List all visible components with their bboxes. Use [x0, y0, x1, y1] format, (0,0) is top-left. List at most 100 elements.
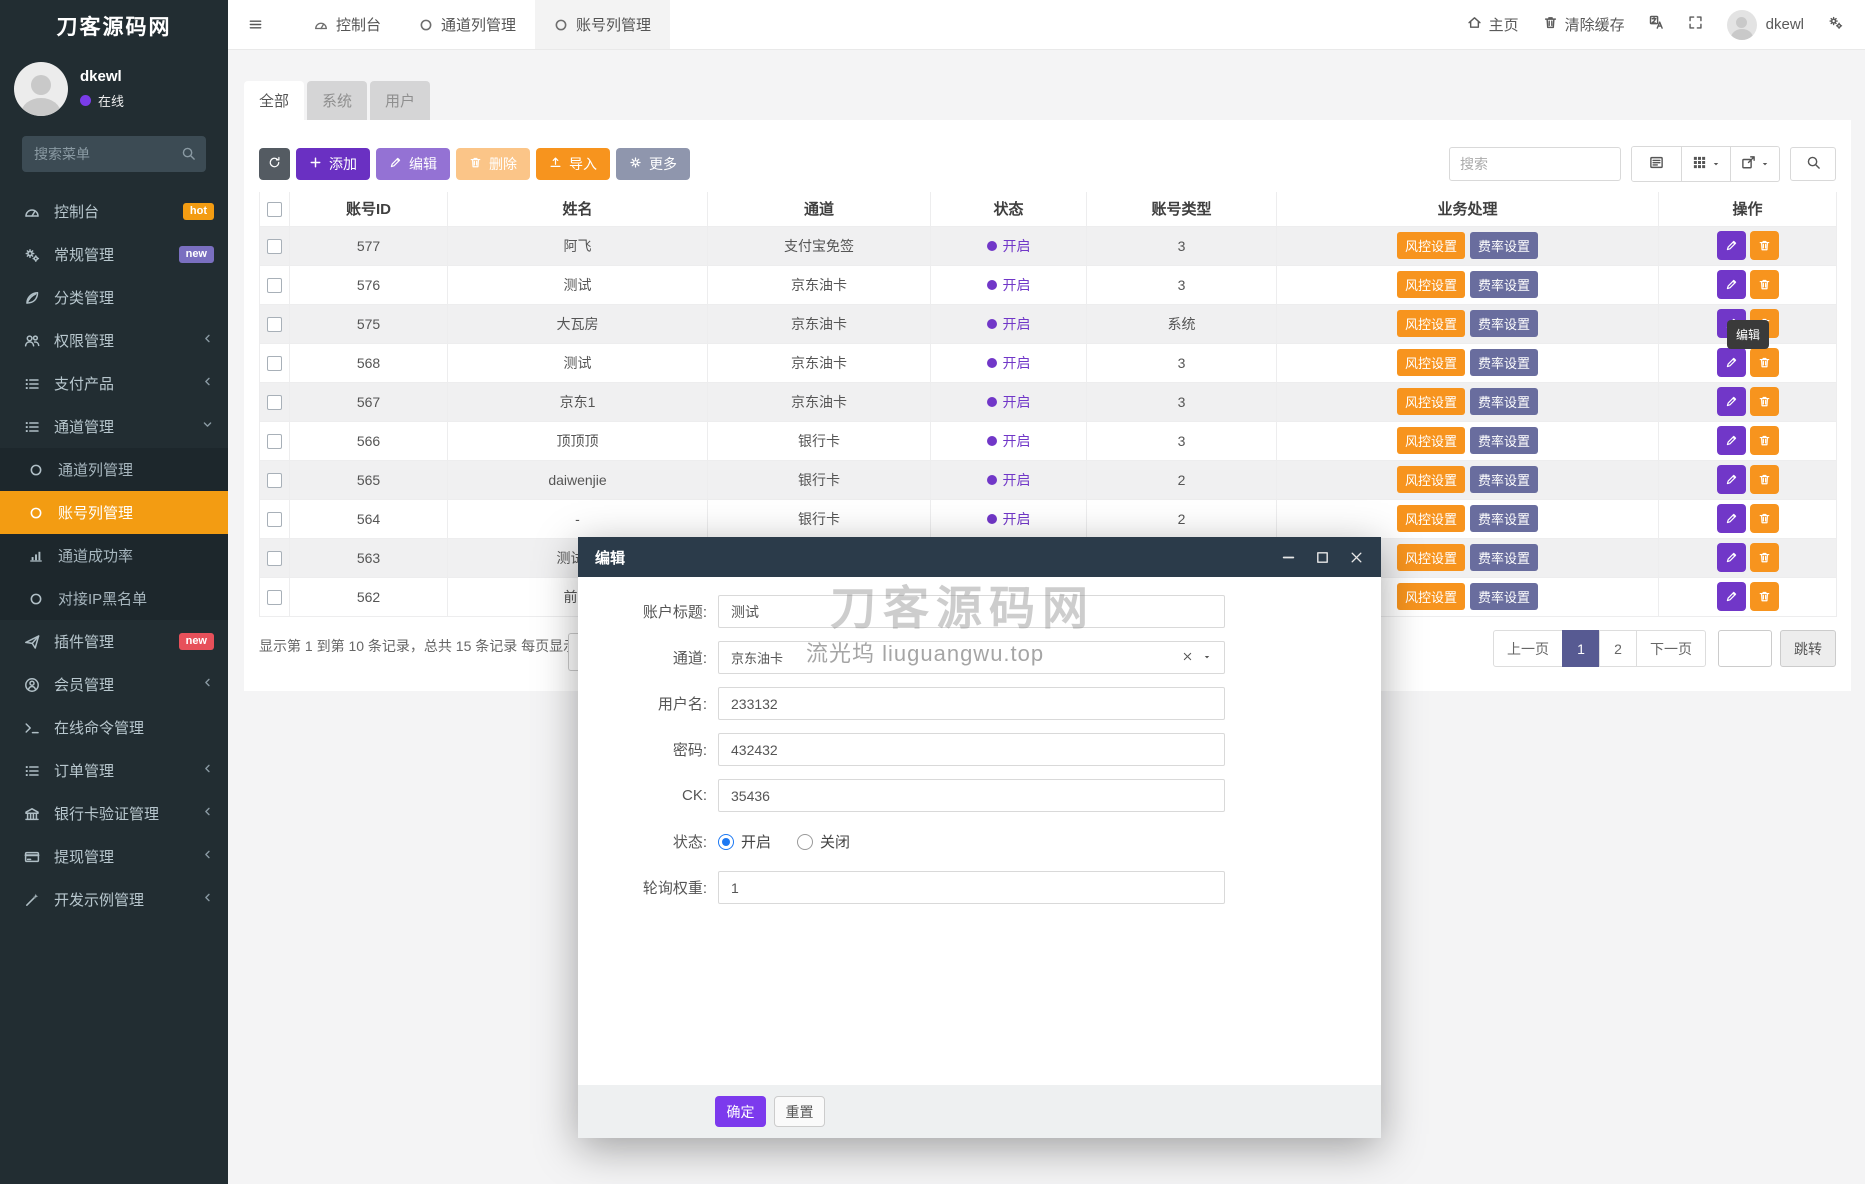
row-edit-button[interactable] [1717, 387, 1746, 416]
clear-icon[interactable] [1182, 650, 1193, 665]
fee-settings-button[interactable]: 费率设置 [1470, 544, 1538, 571]
row-checkbox[interactable] [267, 590, 282, 605]
pagination-jump-input[interactable] [1718, 630, 1772, 667]
row-edit-button[interactable] [1717, 504, 1746, 533]
sidebar-item-member[interactable]: 会员管理 [0, 663, 228, 706]
navbar-tab-channel-list[interactable]: 通道列管理 [400, 0, 535, 49]
row-checkbox[interactable] [267, 473, 282, 488]
risk-settings-button[interactable]: 风控设置 [1397, 505, 1465, 532]
risk-settings-button[interactable]: 风控设置 [1397, 310, 1465, 337]
row-delete-button[interactable] [1750, 504, 1779, 533]
row-checkbox[interactable] [267, 317, 282, 332]
table-search-input[interactable] [1449, 147, 1621, 181]
sidebar-item-general[interactable]: 常规管理new [0, 233, 228, 276]
radio-unchecked-icon[interactable] [797, 834, 813, 850]
row-edit-button[interactable] [1717, 543, 1746, 572]
edit-button[interactable]: 编辑 [376, 148, 450, 180]
ck-input[interactable]: 35436 [718, 779, 1225, 812]
toggle-detail-view-button[interactable] [1632, 147, 1681, 181]
export-dropdown-button[interactable] [1730, 147, 1779, 181]
sidebar-item-ip-blacklist[interactable]: 对接IP黑名单 [0, 577, 228, 620]
delete-button[interactable]: 删除 [456, 148, 530, 180]
account-title-input[interactable]: 测试 [718, 595, 1225, 628]
radio-option-开启[interactable]: 开启 [718, 831, 771, 852]
risk-settings-button[interactable]: 风控设置 [1397, 583, 1465, 610]
settings-button[interactable] [1828, 15, 1843, 34]
sidebar-item-category[interactable]: 分类管理 [0, 276, 228, 319]
sidebar-item-channel-list[interactable]: 通道列管理 [0, 448, 228, 491]
import-button[interactable]: 导入 [536, 148, 610, 180]
add-button[interactable]: 添加 [296, 148, 370, 180]
pagination-jump-button[interactable]: 跳转 [1780, 630, 1836, 667]
refresh-button[interactable] [259, 148, 290, 180]
row-delete-button[interactable] [1750, 465, 1779, 494]
user-menu[interactable]: dkewl [1727, 10, 1804, 40]
hamburger-menu-icon[interactable] [228, 17, 283, 32]
columns-dropdown-button[interactable] [1681, 147, 1730, 181]
risk-settings-button[interactable]: 风控设置 [1397, 232, 1465, 259]
row-edit-button[interactable] [1717, 348, 1746, 377]
row-checkbox[interactable] [267, 278, 282, 293]
sidebar-item-withdraw[interactable]: 提现管理 [0, 835, 228, 878]
row-edit-button[interactable] [1717, 426, 1746, 455]
poll-weight-input[interactable]: 1 [718, 871, 1225, 904]
radio-option-关闭[interactable]: 关闭 [797, 831, 850, 852]
row-delete-button[interactable] [1750, 387, 1779, 416]
search-button[interactable] [1790, 147, 1836, 181]
fee-settings-button[interactable]: 费率设置 [1470, 271, 1538, 298]
sidebar-item-permission[interactable]: 权限管理 [0, 319, 228, 362]
pagination-page-1[interactable]: 1 [1562, 630, 1600, 667]
row-checkbox[interactable] [267, 356, 282, 371]
channel-select[interactable]: 京东油卡 [718, 641, 1225, 674]
filter-tab-系统[interactable]: 系统 [307, 81, 367, 120]
risk-settings-button[interactable]: 风控设置 [1397, 388, 1465, 415]
fee-settings-button[interactable]: 费率设置 [1470, 427, 1538, 454]
username-input[interactable]: 233132 [718, 687, 1225, 720]
password-input[interactable]: 432432 [718, 733, 1225, 766]
sidebar-item-order[interactable]: 订单管理 [0, 749, 228, 792]
fee-settings-button[interactable]: 费率设置 [1470, 349, 1538, 376]
row-delete-button[interactable] [1750, 231, 1779, 260]
sidebar-item-channel-success-rate[interactable]: 通道成功率 [0, 534, 228, 577]
maximize-icon[interactable] [1315, 550, 1330, 565]
row-checkbox[interactable] [267, 551, 282, 566]
sidebar-item-channel[interactable]: 通道管理 [0, 405, 228, 448]
sidebar-item-dev-demo[interactable]: 开发示例管理 [0, 878, 228, 921]
select-all-checkbox[interactable] [267, 202, 282, 217]
sidebar-search-input[interactable] [22, 136, 206, 172]
filter-tab-全部[interactable]: 全部 [244, 81, 304, 120]
pagination-prev[interactable]: 上一页 [1493, 630, 1563, 667]
close-icon[interactable] [1349, 550, 1364, 565]
row-checkbox[interactable] [267, 512, 282, 527]
minimize-icon[interactable] [1281, 550, 1296, 565]
pagination-next[interactable]: 下一页 [1636, 630, 1706, 667]
more-button[interactable]: 更多 [616, 148, 690, 180]
row-checkbox[interactable] [267, 395, 282, 410]
radio-checked-icon[interactable] [718, 834, 734, 850]
row-delete-button[interactable] [1750, 426, 1779, 455]
pagination-page-2[interactable]: 2 [1599, 630, 1637, 667]
row-checkbox[interactable] [267, 434, 282, 449]
caret-down-icon[interactable] [1202, 650, 1212, 665]
row-delete-button[interactable] [1750, 348, 1779, 377]
clear-cache-link[interactable]: 清除缓存 [1543, 14, 1625, 35]
fullscreen-button[interactable] [1688, 15, 1703, 34]
modal-titlebar[interactable]: 编辑 [578, 537, 1381, 577]
fee-settings-button[interactable]: 费率设置 [1470, 466, 1538, 493]
row-edit-button[interactable] [1717, 582, 1746, 611]
sidebar-item-online-cmd[interactable]: 在线命令管理 [0, 706, 228, 749]
row-delete-button[interactable] [1750, 582, 1779, 611]
fee-settings-button[interactable]: 费率设置 [1470, 505, 1538, 532]
row-edit-button[interactable] [1717, 465, 1746, 494]
sidebar-item-pay-product[interactable]: 支付产品 [0, 362, 228, 405]
risk-settings-button[interactable]: 风控设置 [1397, 271, 1465, 298]
sidebar-item-bankcard-verify[interactable]: 银行卡验证管理 [0, 792, 228, 835]
fee-settings-button[interactable]: 费率设置 [1470, 310, 1538, 337]
fee-settings-button[interactable]: 费率设置 [1470, 232, 1538, 259]
risk-settings-button[interactable]: 风控设置 [1397, 466, 1465, 493]
translate-button[interactable] [1649, 15, 1664, 34]
row-edit-button[interactable] [1717, 231, 1746, 260]
row-edit-button[interactable] [1717, 270, 1746, 299]
fee-settings-button[interactable]: 费率设置 [1470, 388, 1538, 415]
navbar-tab-dashboard[interactable]: 控制台 [295, 0, 400, 49]
